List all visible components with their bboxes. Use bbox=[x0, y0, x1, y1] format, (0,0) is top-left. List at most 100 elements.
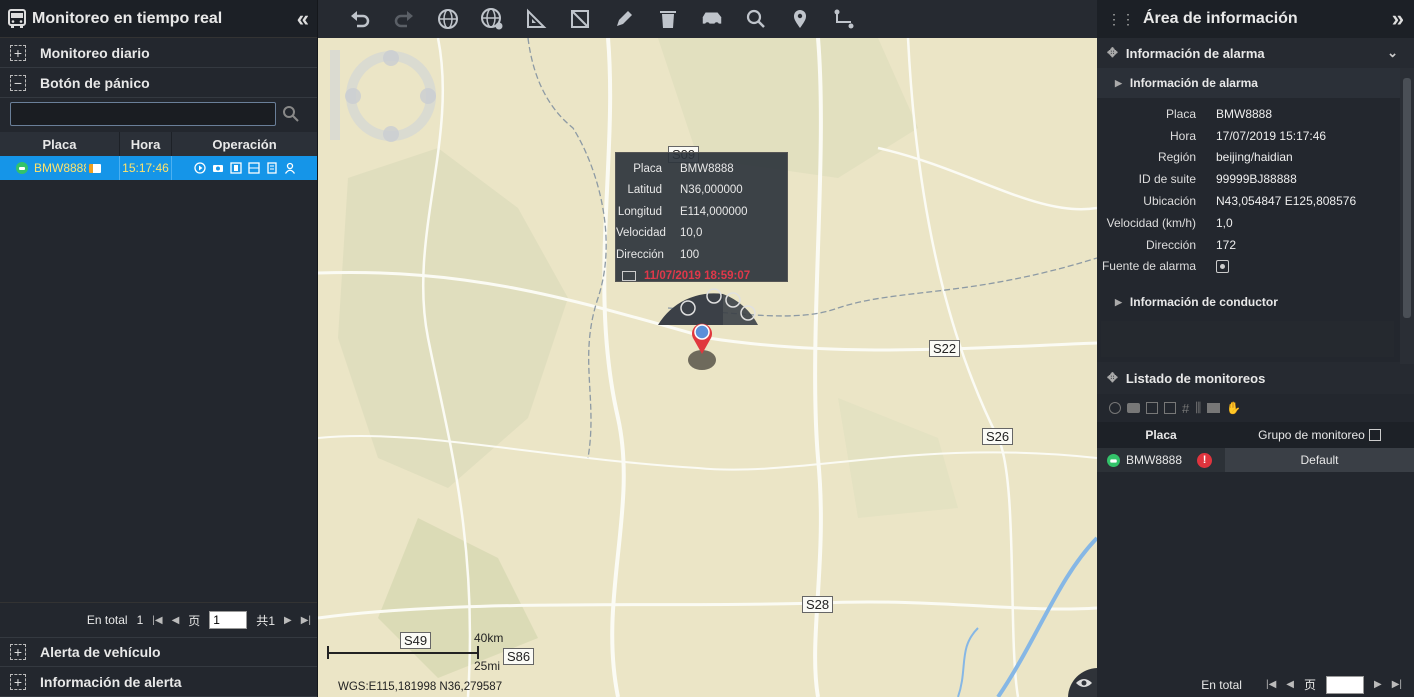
alarm-info-subsection[interactable]: ▶ Información de alarma bbox=[1097, 68, 1414, 98]
expand-icon[interactable]: + bbox=[10, 644, 26, 660]
document-icon[interactable] bbox=[266, 162, 278, 174]
field-row: Hora 17/07/2019 15:17:46 bbox=[1097, 125, 1414, 147]
alert-icon[interactable]: ! bbox=[1197, 452, 1213, 468]
time-cell: 15:17:46 bbox=[120, 156, 172, 180]
section-label: Monitoreo diario bbox=[40, 44, 150, 61]
globe-settings-icon[interactable] bbox=[480, 7, 504, 31]
globe-icon[interactable] bbox=[436, 7, 460, 31]
zoom-slider[interactable] bbox=[330, 50, 340, 140]
next-page-icon[interactable]: ▶ bbox=[284, 615, 292, 626]
popup-value: N36,000000 bbox=[680, 184, 743, 197]
undo-icon[interactable] bbox=[348, 7, 372, 31]
save-icon[interactable] bbox=[1146, 402, 1158, 415]
section-alert-info[interactable]: + Información de alerta bbox=[0, 667, 317, 697]
field-row: ID de suite 99999BJ88888 bbox=[1097, 168, 1414, 190]
grid-drag-icon[interactable]: ⋮⋮ bbox=[1107, 11, 1135, 28]
left-panel: Monitoreo en tiempo real « + Monitoreo di… bbox=[0, 0, 318, 697]
coordinates-readout: WGS:E115,181998 N36,279587 bbox=[338, 681, 503, 693]
move-icon[interactable]: ✥ bbox=[1107, 370, 1118, 386]
driver-icon[interactable] bbox=[284, 162, 296, 174]
expand-icon[interactable]: + bbox=[10, 673, 26, 690]
page-input[interactable] bbox=[1326, 675, 1364, 694]
ruler-triangle-icon[interactable] bbox=[524, 7, 548, 31]
scrollbar[interactable] bbox=[1400, 68, 1414, 364]
left-panel-header: Monitoreo en tiempo real « bbox=[0, 0, 317, 38]
equalizer-icon[interactable]: ⫼ bbox=[1195, 400, 1201, 416]
pencil-icon[interactable] bbox=[612, 7, 636, 31]
chevron-down-icon[interactable]: ⌄ bbox=[1387, 45, 1398, 61]
subsection-label: Información de conductor bbox=[1129, 295, 1278, 310]
table-row[interactable]: BMW8888 15:17:46 bbox=[0, 156, 317, 180]
redo-icon[interactable] bbox=[392, 7, 416, 31]
first-page-icon[interactable]: |◀ bbox=[152, 615, 162, 626]
collapse-left-icon[interactable]: « bbox=[297, 6, 309, 32]
popup-row: Dirección 100 bbox=[616, 244, 787, 266]
popup-timestamp-row: 11/07/2019 18:59:07 bbox=[616, 266, 787, 288]
prev-page-icon[interactable]: ◀ bbox=[172, 615, 180, 626]
grid-icon[interactable]: # bbox=[1182, 401, 1189, 416]
plate-text: BMW8888 bbox=[1126, 453, 1183, 468]
area-icon[interactable] bbox=[568, 7, 592, 31]
section-label: Información de alerta bbox=[40, 673, 182, 690]
expand-icon[interactable]: + bbox=[10, 44, 26, 61]
search-icon[interactable] bbox=[282, 105, 300, 123]
camera-icon[interactable] bbox=[1127, 403, 1140, 414]
first-page-icon[interactable]: |◀ bbox=[1266, 679, 1276, 690]
route-icon[interactable] bbox=[832, 7, 856, 31]
move-icon[interactable]: ✥ bbox=[1107, 45, 1118, 61]
snapshot-icon[interactable] bbox=[622, 271, 636, 282]
monitor-table-header: Placa Grupo de monitoreo bbox=[1097, 422, 1414, 449]
next-page-icon[interactable]: ▶ bbox=[1374, 679, 1382, 690]
column-header[interactable]: Operación bbox=[172, 132, 317, 156]
right-pagination: En total |◀ ◀ 页 ▶ ▶| bbox=[1097, 672, 1414, 697]
popup-key: Longitud bbox=[617, 205, 662, 218]
scrollbar-thumb[interactable] bbox=[1403, 78, 1411, 318]
monitor-list-section[interactable]: ✥ Listado de monitoreos bbox=[1097, 362, 1414, 395]
play-icon[interactable] bbox=[193, 162, 206, 174]
search-icon[interactable] bbox=[744, 7, 768, 31]
scale-mi: 25mi bbox=[474, 659, 501, 673]
alarm-info-section[interactable]: ✥ Información de alarma ⌄ bbox=[1097, 38, 1414, 68]
hand-icon[interactable]: ✋ bbox=[1226, 401, 1241, 415]
popup-row: Velocidad 10,0 bbox=[616, 223, 787, 245]
alarm-source-icon[interactable] bbox=[1216, 259, 1229, 273]
plate-cell[interactable]: BMW8888 ! bbox=[1097, 448, 1225, 473]
section-daily-monitoring[interactable]: + Monitoreo diario bbox=[0, 38, 317, 68]
column-header[interactable]: Grupo de monitoreo bbox=[1225, 422, 1414, 448]
section-vehicle-alert[interactable]: + Alerta de vehículo bbox=[0, 637, 317, 667]
last-page-icon[interactable]: ▶| bbox=[301, 615, 311, 626]
section-panic-button[interactable]: − Botón de pánico bbox=[0, 68, 317, 98]
popup-value: 10,0 bbox=[680, 227, 703, 240]
page-label: 页 bbox=[188, 613, 201, 628]
search-input[interactable] bbox=[10, 102, 276, 126]
trash-icon[interactable] bbox=[656, 7, 680, 31]
field-row: Ubicación N43,054847 E125,808576 bbox=[1097, 190, 1414, 212]
table-row[interactable]: BMW8888 ! Default bbox=[1097, 448, 1414, 473]
last-page-icon[interactable]: ▶| bbox=[1392, 679, 1402, 690]
expand-arrow-icon[interactable]: ▶ bbox=[1115, 297, 1122, 308]
page-input[interactable]: 1 bbox=[209, 611, 248, 629]
column-header[interactable]: Placa bbox=[0, 132, 120, 156]
minus-icon[interactable] bbox=[1164, 402, 1176, 415]
road-label: S49 bbox=[400, 632, 432, 649]
film-icon[interactable] bbox=[247, 162, 260, 174]
map-canvas[interactable]: S22 S26 S28 S49 S86 S09 40km 25mi WGS:E1… bbox=[318, 38, 1097, 697]
play-icon[interactable] bbox=[1109, 402, 1121, 415]
video-icon[interactable] bbox=[229, 162, 242, 174]
right-panel: ⋮⋮ Área de información » ✥ Información d… bbox=[1097, 0, 1414, 697]
prev-page-icon[interactable]: ◀ bbox=[1286, 679, 1294, 690]
plate-cell[interactable]: BMW8888 bbox=[0, 156, 120, 180]
vehicle-info-popup: Placa BMW8888 Latitud N36,000000 Longitud E… bbox=[615, 152, 788, 282]
column-header[interactable]: Hora bbox=[120, 132, 172, 156]
calendar-icon[interactable] bbox=[1368, 429, 1381, 442]
collapse-icon[interactable]: − bbox=[10, 74, 26, 91]
driver-info-subsection[interactable]: ▶ Información de conductor bbox=[1097, 287, 1414, 317]
mail-icon[interactable] bbox=[1207, 403, 1221, 414]
expand-arrow-icon[interactable]: ▶ bbox=[1115, 78, 1122, 89]
collapse-right-icon[interactable]: » bbox=[1392, 6, 1404, 32]
vehicle-icon[interactable] bbox=[700, 7, 724, 31]
eye-icon[interactable] bbox=[1075, 677, 1093, 689]
camera-icon[interactable] bbox=[212, 162, 224, 174]
location-pin-icon[interactable] bbox=[788, 7, 812, 31]
column-header[interactable]: Placa bbox=[1097, 422, 1225, 448]
